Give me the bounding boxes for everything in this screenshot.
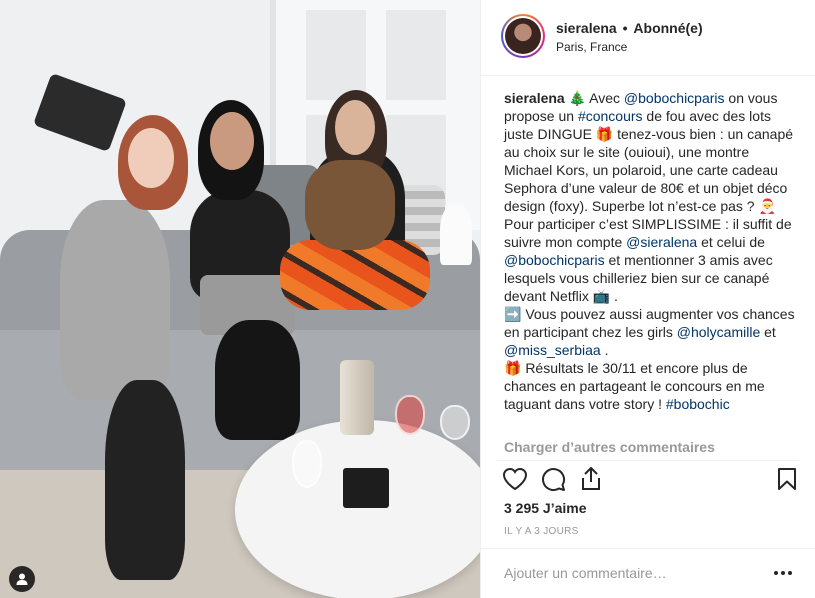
post-header: sieralena • Abonné(e) Paris, France — [481, 0, 815, 76]
post-photo[interactable] — [0, 0, 480, 598]
person-left-pants — [105, 380, 185, 580]
camo-pants — [280, 240, 430, 310]
person-tag-icon — [16, 573, 28, 585]
story-ring[interactable] — [501, 14, 545, 58]
post-side-panel: sieralena • Abonné(e) Paris, France sier… — [480, 0, 815, 598]
comment-icon — [542, 468, 566, 492]
mention-link[interactable]: @bobochicparis — [624, 90, 725, 106]
candle — [343, 468, 389, 508]
share-button[interactable] — [577, 465, 605, 493]
mention-link[interactable]: @sieralena — [626, 234, 697, 250]
divider — [497, 460, 799, 461]
location-link[interactable]: Paris, France — [556, 40, 627, 54]
save-button[interactable] — [773, 465, 801, 493]
load-more-comments-button[interactable]: Charger d’autres commentaires — [504, 439, 715, 455]
chips-can — [340, 360, 374, 435]
caption-text: 🎄 Avec — [568, 90, 624, 106]
profile-avatar[interactable] — [505, 18, 541, 54]
action-bar — [501, 465, 801, 493]
person-left-face — [128, 128, 174, 188]
more-options-button[interactable] — [771, 566, 795, 580]
share-icon — [582, 467, 600, 490]
dog — [305, 160, 395, 250]
header-separator: • — [622, 20, 628, 36]
likes-count[interactable]: 3 295 J’aime — [504, 500, 587, 516]
like-button[interactable] — [501, 465, 529, 493]
header-username[interactable]: sieralena — [556, 20, 617, 36]
heart-icon — [502, 467, 528, 491]
follow-status-button[interactable]: Abonné(e) — [633, 20, 702, 36]
person-left-sweater — [60, 200, 170, 400]
cat-statue — [440, 205, 472, 265]
caption-username[interactable]: sieralena — [504, 90, 565, 106]
caption: sieralena 🎄 Avec @bobochicparis on vous … — [504, 89, 799, 413]
water-glass — [440, 405, 470, 440]
hashtag-link[interactable]: #bobochic — [666, 396, 730, 412]
hashtag-link[interactable]: #concours — [578, 108, 643, 124]
comment-input[interactable] — [504, 563, 754, 583]
empty-glass — [292, 440, 322, 488]
bookmark-icon — [778, 468, 796, 490]
caption-text: et — [760, 324, 776, 340]
header-line: sieralena • Abonné(e) — [556, 20, 703, 36]
user-tag-button[interactable] — [9, 566, 35, 592]
post-timestamp[interactable]: IL Y A 3 JOURS — [504, 526, 579, 537]
wine-glass — [395, 395, 425, 435]
mention-link[interactable]: @bobochicparis — [504, 252, 605, 268]
coffee-table — [235, 420, 480, 598]
caption-text: et celui de — [697, 234, 765, 250]
ellipsis-icon — [774, 571, 792, 575]
person-middle-face — [210, 112, 254, 170]
person-middle-legs — [215, 320, 300, 440]
mention-link[interactable]: @holycamille — [677, 324, 760, 340]
person-right-face — [335, 100, 375, 155]
mention-link[interactable]: @miss_serbiaa — [504, 342, 601, 358]
caption-text: . — [600, 342, 609, 358]
divider — [481, 548, 815, 549]
comment-button[interactable] — [539, 465, 567, 493]
